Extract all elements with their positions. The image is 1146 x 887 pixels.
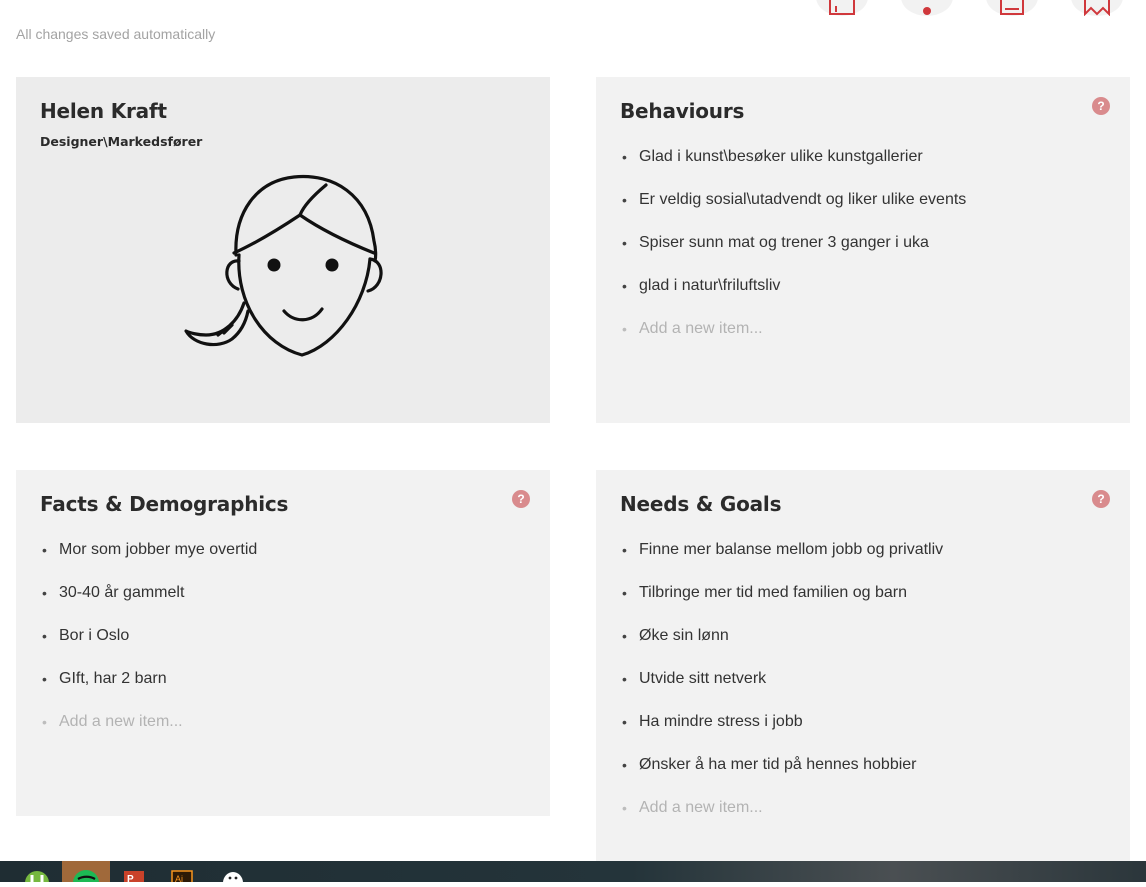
help-icon[interactable]: ? [512,490,530,508]
taskbar: P Ai [0,861,1146,887]
list-item[interactable]: 30-40 år gammelt [40,583,257,626]
facts-list: Mor som jobber mye overtid 30-40 år gamm… [40,540,257,755]
ghost-icon[interactable] [208,861,256,887]
svg-text:P: P [127,874,134,882]
add-item-input[interactable]: Add a new item... [620,319,966,362]
needs-list: Finne mer balanse mellom jobb og privatl… [620,540,943,841]
bookmark-icon[interactable] [1071,0,1123,16]
list-item[interactable]: Er veldig sosial\utadvendt og liker ulik… [620,190,966,233]
behaviours-list: Glad i kunst\besøker ulike kunstgallerie… [620,147,966,362]
add-item-input[interactable]: Add a new item... [40,712,257,755]
powerpoint-icon[interactable]: P [110,861,158,885]
behaviours-card: Behaviours ? Glad i kunst\besøker ulike … [596,77,1130,423]
behaviours-title: Behaviours [620,99,745,123]
list-item[interactable]: Ha mindre stress i jobb [620,712,943,755]
chart-icon[interactable] [816,0,868,16]
list-item[interactable]: Ønsker å ha mer tid på hennes hobbier [620,755,943,798]
persona-profile-card: Helen Kraft Designer\Markedsfører [16,77,550,423]
svg-text:Ai: Ai [175,874,183,882]
list-item[interactable]: GIft, har 2 barn [40,669,257,712]
needs-title: Needs & Goals [620,492,782,516]
utorrent-icon[interactable] [13,861,61,887]
list-item[interactable]: Spiser sunn mat og trener 3 ganger i uka [620,233,966,276]
document-icon[interactable] [986,0,1038,16]
record-icon[interactable] [901,0,953,16]
needs-goals-card: Needs & Goals ? Finne mer balanse mellom… [596,470,1130,861]
autosave-status: All changes saved automatically [16,26,216,42]
list-item[interactable]: glad i natur\friluftsliv [620,276,966,319]
facts-demographics-card: Facts & Demographics ? Mor som jobber my… [16,470,550,816]
woman-face-avatar-icon[interactable] [176,173,391,363]
spotify-icon[interactable] [62,861,110,887]
persona-name[interactable]: Helen Kraft [40,99,526,123]
list-item[interactable]: Glad i kunst\besøker ulike kunstgallerie… [620,147,966,190]
add-item-input[interactable]: Add a new item... [620,798,943,841]
help-icon[interactable]: ? [1092,490,1110,508]
persona-role[interactable]: Designer\Markedsfører [40,134,526,149]
list-item[interactable]: Bor i Oslo [40,626,257,669]
facts-title: Facts & Demographics [40,492,289,516]
list-item[interactable]: Øke sin lønn [620,626,943,669]
top-toolbar [0,0,1146,18]
list-item[interactable]: Finne mer balanse mellom jobb og privatl… [620,540,943,583]
list-item[interactable]: Tilbringe mer tid med familien og barn [620,583,943,626]
list-item[interactable]: Utvide sitt netverk [620,669,943,712]
illustrator-icon[interactable]: Ai [158,861,206,885]
help-icon[interactable]: ? [1092,97,1110,115]
list-item[interactable]: Mor som jobber mye overtid [40,540,257,583]
